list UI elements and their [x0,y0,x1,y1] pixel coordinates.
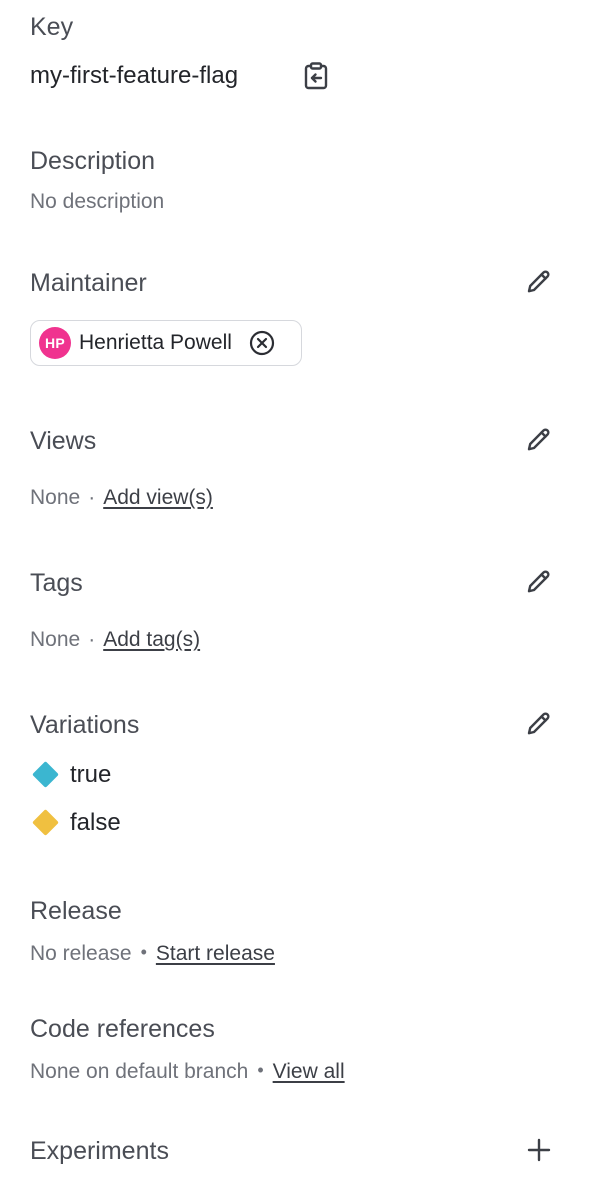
circle-x-icon[interactable] [248,329,276,357]
views-row: None · Add view(s) [30,485,213,511]
avatar: HP [39,327,71,359]
code-references-row: None on default branch • View all [30,1057,345,1085]
plus-icon[interactable] [523,1134,555,1166]
start-release-link[interactable]: Start release [156,942,275,965]
release-separator: • [140,942,147,962]
release-row: No release • Start release [30,939,275,967]
maintainer-heading: Maintainer [30,269,147,297]
variations-heading: Variations [30,711,140,739]
views-value: None [30,486,81,509]
pencil-icon[interactable] [523,566,555,598]
release-value: No release [30,942,132,965]
maintainer-chip[interactable]: HP Henrietta Powell [30,320,302,366]
diamond-icon [32,761,59,788]
release-heading: Release [30,897,122,925]
experiments-heading: Experiments [30,1137,169,1165]
description-heading: Description [30,147,156,175]
views-separator: · [88,486,96,509]
maintainer-name: Henrietta Powell [79,331,232,354]
code-references-value: None on default branch [30,1060,249,1083]
view-all-link[interactable]: View all [273,1060,345,1083]
code-references-separator: • [257,1060,264,1080]
clipboard-copy-icon[interactable] [300,60,332,92]
key-heading: Key [30,13,74,41]
tags-heading: Tags [30,569,83,597]
views-heading: Views [30,427,97,455]
diamond-icon [32,809,59,836]
add-tags-link[interactable]: Add tag(s) [103,628,200,651]
add-views-link[interactable]: Add view(s) [103,486,213,509]
pencil-icon[interactable] [523,708,555,740]
tags-separator: · [88,628,96,651]
description-value: No description [30,190,165,213]
pencil-icon[interactable] [523,266,555,298]
variation-true-label: true [70,761,112,788]
variation-false-label: false [70,809,121,836]
pencil-icon[interactable] [523,424,555,456]
code-references-heading: Code references [30,1015,215,1043]
flag-key-value: my-first-feature-flag [30,62,239,89]
tags-value: None [30,628,81,651]
tags-row: None · Add tag(s) [30,627,200,653]
